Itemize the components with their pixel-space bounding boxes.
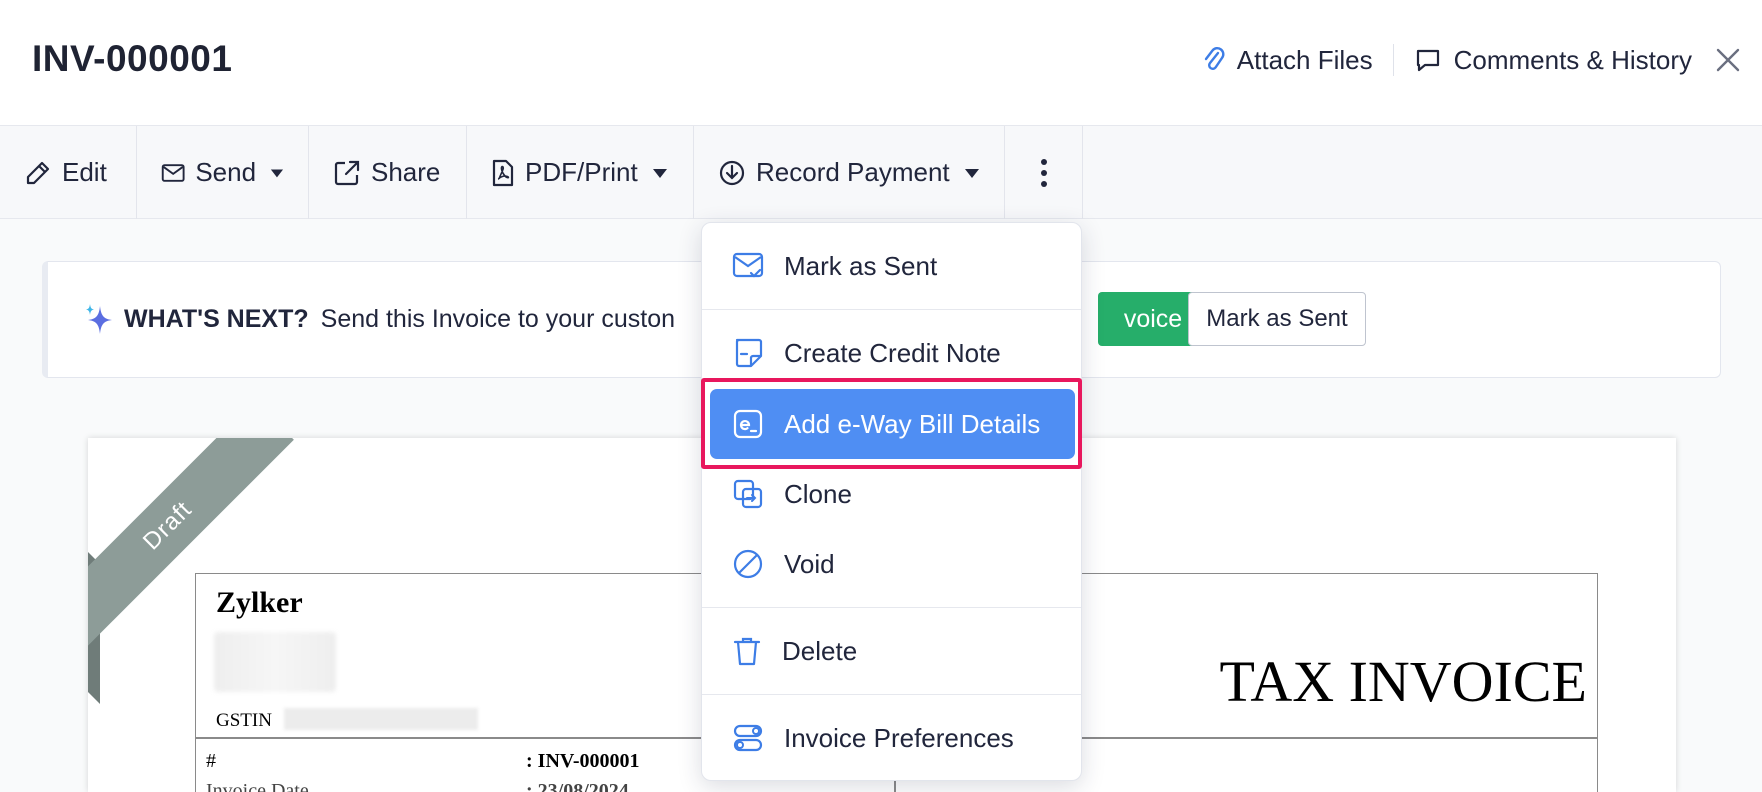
menu-item-void[interactable]: Void [710, 529, 1075, 599]
menu-item-label: Invoice Preferences [784, 722, 1014, 753]
send-button[interactable]: Send [137, 126, 309, 219]
caret-down-icon [270, 169, 284, 177]
gstin-label: GSTIN [216, 710, 272, 731]
pdf-print-button[interactable]: PDF/Print [467, 126, 694, 219]
menu-item-label: Create Credit Note [784, 337, 1001, 368]
whats-next-text: WHAT'S NEXT? Send this Invoice to your c… [84, 302, 675, 336]
credit-note-icon [735, 338, 763, 368]
caret-down-icon [964, 168, 979, 178]
comments-history-label: Comments & History [1453, 44, 1692, 75]
menu-item-label: Clone [784, 478, 852, 509]
comment-icon [1416, 49, 1439, 72]
tax-invoice-title: TAX INVOICE [1219, 649, 1587, 714]
more-options-menu: Mark as Sent Create Credit Note Add e-Wa… [701, 222, 1082, 781]
menu-item-create-credit-note[interactable]: Create Credit Note [710, 318, 1075, 388]
invoice-number-value: : INV-000001 [526, 750, 640, 772]
menu-item-clone[interactable]: Clone [710, 459, 1075, 529]
menu-item-label: Void [784, 548, 835, 579]
eway-bill-icon [733, 409, 763, 439]
mail-icon [161, 163, 185, 182]
close-icon[interactable] [1714, 46, 1742, 74]
record-payment-label: Record Payment [756, 157, 950, 187]
invoice-number-label: # [206, 750, 216, 772]
menu-item-mark-as-sent[interactable]: Mark as Sent [710, 231, 1075, 301]
attach-files-label: Attach Files [1236, 44, 1373, 75]
menu-divider [702, 607, 1081, 608]
share-label: Share [371, 157, 441, 187]
paperclip-icon [1204, 47, 1225, 70]
company-address-redacted [214, 632, 336, 692]
menu-item-label: Mark as Sent [784, 250, 938, 281]
action-toolbar: Edit Send Share PDF/Print Record Payment [0, 126, 1762, 219]
edit-label: Edit [62, 157, 107, 187]
gstin-value-redacted [284, 708, 478, 730]
sparkle-icon [86, 304, 112, 334]
pdf-print-label: PDF/Print [525, 157, 638, 187]
menu-item-invoice-preferences[interactable]: Invoice Preferences [710, 703, 1075, 773]
menu-item-label: Add e-Way Bill Details [784, 408, 1041, 439]
menu-item-label: Delete [782, 635, 858, 666]
mail-check-icon [732, 252, 764, 278]
menu-item-delete[interactable]: Delete [710, 616, 1075, 686]
download-circle-icon [719, 160, 745, 185]
menu-item-add-eway-bill[interactable]: Add e-Way Bill Details [710, 389, 1075, 459]
page-title: INV-000001 [32, 38, 233, 79]
company-name: Zylker [216, 586, 303, 619]
pdf-icon [492, 159, 514, 186]
invoice-date-label: Invoice Date [206, 780, 309, 792]
whats-next-label: WHAT'S NEXT? [124, 304, 309, 333]
invoice-header: INV-000001 Attach Files Comments & Histo… [0, 0, 1762, 126]
preferences-icon [733, 724, 763, 752]
kebab-menu-icon [1040, 158, 1047, 187]
share-icon [334, 160, 360, 185]
pencil-icon [26, 161, 50, 184]
menu-divider [702, 309, 1081, 310]
menu-divider [702, 694, 1081, 695]
comments-history-button[interactable]: Comments & History [1414, 45, 1692, 76]
clone-icon [733, 479, 763, 509]
share-button[interactable]: Share [309, 126, 467, 219]
send-label: Send [195, 157, 257, 187]
record-payment-button[interactable]: Record Payment [694, 126, 1005, 219]
header-divider [1392, 44, 1394, 76]
whats-next-message: Send this Invoice to your custon [320, 304, 676, 333]
void-icon [733, 549, 763, 579]
caret-down-icon [652, 168, 667, 178]
attach-files-button[interactable]: Attach Files [1203, 45, 1373, 76]
header-actions: Attach Files Comments & History [1203, 40, 1742, 80]
edit-button[interactable]: Edit [0, 126, 137, 219]
mark-as-sent-button[interactable]: Mark as Sent [1188, 292, 1366, 346]
more-options-button[interactable] [1005, 126, 1083, 219]
trash-icon [733, 637, 761, 666]
invoice-date-value: : 23/08/2024 [526, 780, 629, 792]
